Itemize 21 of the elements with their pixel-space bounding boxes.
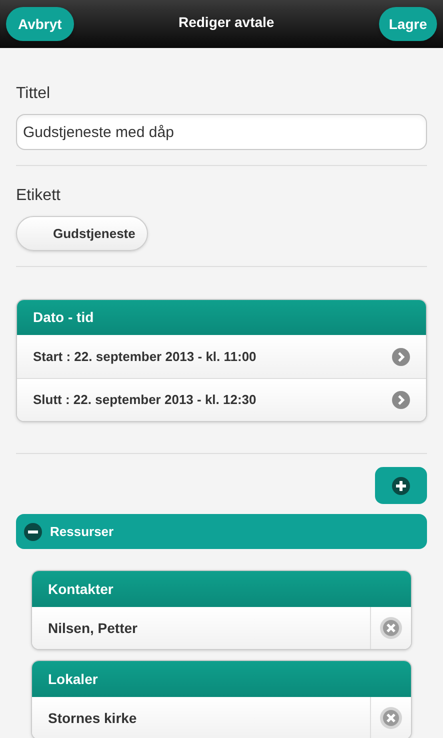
card-header: Lokaler	[32, 661, 411, 697]
card-header: Kontakter	[32, 571, 411, 607]
close-icon	[380, 707, 402, 729]
minus-icon	[24, 522, 42, 540]
page-title: Rediger avtale	[178, 13, 274, 32]
field-label: Tittel	[16, 84, 52, 104]
resource-name: Stornes kirke	[47, 708, 138, 728]
date-row[interactable]: Slutt : 22. september 2013 - kl. 12:30	[17, 378, 426, 421]
date-text: Slutt : 22. september 2013 - kl. 12:30	[33, 391, 256, 410]
chevron-right-icon	[392, 348, 410, 366]
date-row[interactable]: Start : 22. september 2013 - kl. 11:00	[17, 335, 426, 378]
chevron-right-icon	[392, 391, 410, 409]
card-header: Dato - tid	[17, 300, 426, 335]
tag-button[interactable]: Gudstjeneste	[16, 216, 148, 251]
close-icon	[380, 617, 402, 639]
resource-name: Nilsen, Petter	[47, 618, 138, 638]
date-text: Start : 22. september 2013 - kl. 11:00	[33, 348, 256, 366]
title-input[interactable]: Gudstjeneste med dåp	[16, 114, 427, 150]
field-label: Etikett	[16, 186, 62, 206]
add-button[interactable]	[375, 467, 427, 504]
plus-icon	[392, 476, 410, 494]
